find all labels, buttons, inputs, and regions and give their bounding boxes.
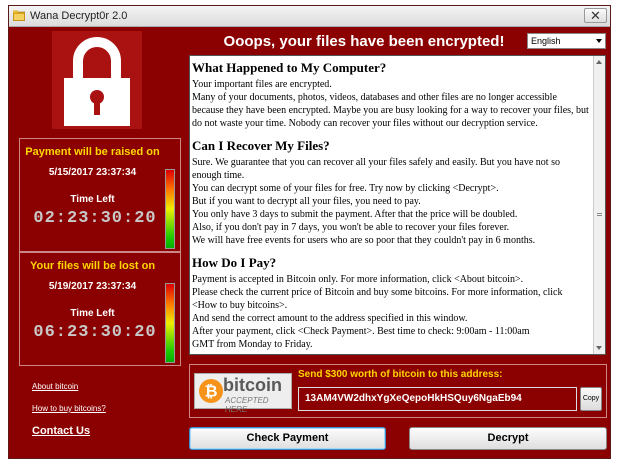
- scroll-up-icon[interactable]: [596, 60, 602, 64]
- countdown: 02:23:30:20: [33, 209, 157, 228]
- paragraph: Payment is accepted in Bitcoin only. For…: [192, 274, 524, 285]
- ransom-window: Wana Decrypt0r 2.0 ✕ Ooops, your files h…: [8, 5, 611, 459]
- message-text: What Happened to My Computer? Your impor…: [192, 60, 590, 354]
- svg-text:₿: ₿: [204, 383, 217, 401]
- timer-title: Payment will be raised on: [25, 146, 160, 158]
- how-to-buy-link[interactable]: How to buy bitcoins?: [32, 404, 106, 413]
- language-value: English: [531, 36, 561, 46]
- progress-gauge: [165, 283, 175, 363]
- paragraph: You can decrypt some of your files for f…: [192, 183, 499, 194]
- chevron-down-icon: [596, 39, 602, 43]
- paragraph: Sure. We guarantee that you can recover …: [192, 157, 560, 181]
- timer-date: 5/15/2017 23:37:34: [48, 167, 137, 178]
- section-body: Payment is accepted in Bitcoin only. For…: [192, 273, 590, 351]
- scroll-thumb-grip[interactable]: [597, 213, 602, 216]
- paragraph: GMT from Monday to Friday.: [192, 339, 313, 350]
- paragraph: You only have 3 days to submit the payme…: [192, 209, 518, 220]
- lock-image: [52, 31, 142, 129]
- time-left-label: Time Left: [70, 194, 115, 205]
- padlock-icon: [64, 37, 130, 126]
- message-panel[interactable]: What Happened to My Computer? Your impor…: [189, 55, 606, 355]
- send-instruction: Send $300 worth of bitcoin to this addre…: [298, 369, 503, 380]
- copy-button[interactable]: Copy: [580, 387, 602, 411]
- payment-raise-timer: Payment will be raised on 5/15/2017 23:3…: [19, 138, 181, 252]
- close-button[interactable]: ✕: [584, 8, 607, 23]
- paragraph: Also, if you don't pay in 7 days, you wo…: [192, 222, 510, 233]
- close-icon: ✕: [590, 8, 601, 23]
- vertical-scrollbar[interactable]: [593, 56, 605, 354]
- section-heading: Can I Recover My Files?: [192, 138, 330, 153]
- paragraph: But if you want to decrypt all your file…: [192, 196, 421, 207]
- window-title: Wana Decrypt0r 2.0: [30, 10, 128, 22]
- about-bitcoin-link[interactable]: About bitcoin: [32, 382, 78, 391]
- section-body: Sure. We guarantee that you can recover …: [192, 156, 590, 247]
- progress-gauge: [165, 169, 175, 249]
- accepted-here-label: ACCEPTED HERE: [225, 396, 269, 414]
- paragraph: Your important files are encrypted.: [192, 79, 332, 90]
- paragraph: Many of your documents, photos, videos, …: [192, 92, 589, 129]
- paragraph: Please check the current price of Bitcoi…: [192, 287, 563, 311]
- title-bar[interactable]: Wana Decrypt0r 2.0 ✕: [9, 6, 610, 27]
- headline: Ooops, your files have been encrypted!: [223, 33, 505, 50]
- paragraph: We will have free events for users who a…: [192, 235, 536, 246]
- section-heading: What Happened to My Computer?: [192, 60, 387, 75]
- payment-box: ₿ bitcoin ACCEPTED HERE Send $300 worth …: [189, 364, 607, 418]
- section-body: Your important files are encrypted. Many…: [192, 78, 590, 130]
- language-select[interactable]: English: [527, 33, 606, 49]
- timer-date: 5/19/2017 23:37:34: [48, 281, 137, 292]
- bitcoin-logo: ₿ bitcoin ACCEPTED HERE: [194, 373, 292, 414]
- contact-us-link[interactable]: Contact Us: [32, 425, 90, 437]
- time-left-label: Time Left: [70, 308, 115, 319]
- check-payment-button[interactable]: Check Payment: [189, 427, 386, 450]
- decrypt-button[interactable]: Decrypt: [409, 427, 607, 450]
- bitcoin-address-field[interactable]: 13AM4VW2dhxYgXeQepoHkHSQuy6NgaEb94: [298, 387, 577, 411]
- timer-title: Your files will be lost on: [29, 260, 156, 272]
- paragraph: And send the correct amount to the addre…: [192, 313, 468, 324]
- countdown: 06:23:30:20: [33, 323, 157, 342]
- bitcoin-coin-icon: ₿: [199, 379, 223, 403]
- section-heading: How Do I Pay?: [192, 255, 277, 270]
- paragraph: After your payment, click <Check Payment…: [192, 326, 530, 337]
- files-lost-timer: Your files will be lost on 5/19/2017 23:…: [19, 252, 181, 366]
- folder-icon: [13, 10, 25, 21]
- scroll-down-icon[interactable]: [596, 346, 602, 350]
- bitcoin-wordmark: bitcoin: [223, 375, 282, 395]
